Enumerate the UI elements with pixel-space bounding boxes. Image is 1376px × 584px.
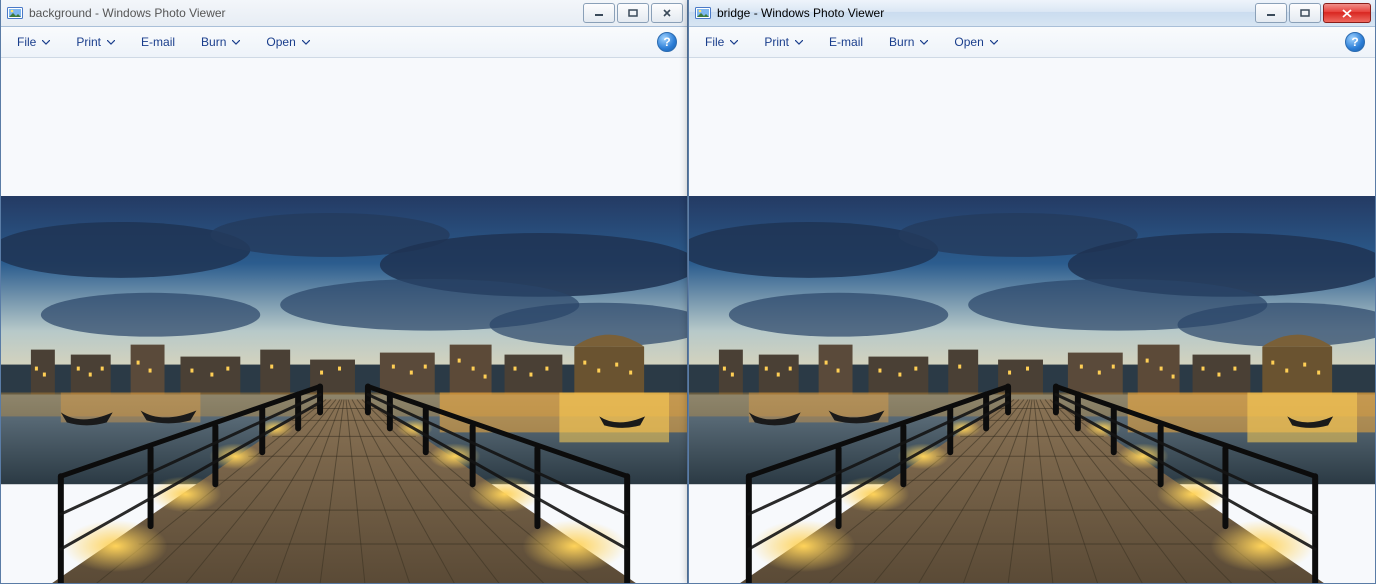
menu-open-label: Open [954,35,983,49]
displayed-image [1,196,687,583]
chevron-down-icon [232,40,240,45]
menu-print-label: Print [764,35,789,49]
menu-print[interactable]: Print [70,31,121,53]
titlebar[interactable]: bridge - Windows Photo Viewer [689,0,1375,27]
menu-print[interactable]: Print [758,31,809,53]
menubar: File Print E-mail Burn Open ? [1,27,687,58]
displayed-image [689,196,1375,583]
menu-email-label: E-mail [829,35,863,49]
window-controls [1253,3,1371,23]
help-icon: ? [1351,35,1358,49]
chevron-down-icon [730,40,738,45]
close-button[interactable] [651,3,683,23]
help-icon: ? [663,35,670,49]
photo-viewer-window-left: background - Windows Photo Viewer File P… [0,0,688,584]
chevron-down-icon [795,40,803,45]
app-icon [7,5,23,21]
help-button[interactable]: ? [1345,32,1365,52]
menu-file-label: File [705,35,724,49]
desktop: background - Windows Photo Viewer File P… [0,0,1376,584]
minimize-button[interactable] [1255,3,1287,23]
menu-file[interactable]: File [11,31,56,53]
menu-burn-label: Burn [201,35,226,49]
maximize-button[interactable] [1289,3,1321,23]
close-button[interactable] [1323,3,1371,23]
window-controls [581,3,683,23]
viewer-content [689,58,1375,583]
menu-email[interactable]: E-mail [135,31,181,53]
app-icon [695,5,711,21]
help-button[interactable]: ? [657,32,677,52]
photo-viewer-window-right: bridge - Windows Photo Viewer File Print [688,0,1376,584]
menu-burn-label: Burn [889,35,914,49]
menu-file-label: File [17,35,36,49]
chevron-down-icon [42,40,50,45]
chevron-down-icon [302,40,310,45]
menu-open-label: Open [266,35,295,49]
titlebar[interactable]: background - Windows Photo Viewer [1,0,687,27]
menu-print-label: Print [76,35,101,49]
menu-burn[interactable]: Burn [195,31,246,53]
chevron-down-icon [107,40,115,45]
menubar: File Print E-mail Burn Open ? [689,27,1375,58]
minimize-button[interactable] [583,3,615,23]
viewer-content [1,58,687,583]
menu-email[interactable]: E-mail [823,31,869,53]
window-title: background - Windows Photo Viewer [29,6,581,20]
chevron-down-icon [990,40,998,45]
menu-file[interactable]: File [699,31,744,53]
menu-email-label: E-mail [141,35,175,49]
menu-open[interactable]: Open [948,31,1003,53]
window-title: bridge - Windows Photo Viewer [717,6,1253,20]
maximize-button[interactable] [617,3,649,23]
menu-burn[interactable]: Burn [883,31,934,53]
menu-open[interactable]: Open [260,31,315,53]
chevron-down-icon [920,40,928,45]
